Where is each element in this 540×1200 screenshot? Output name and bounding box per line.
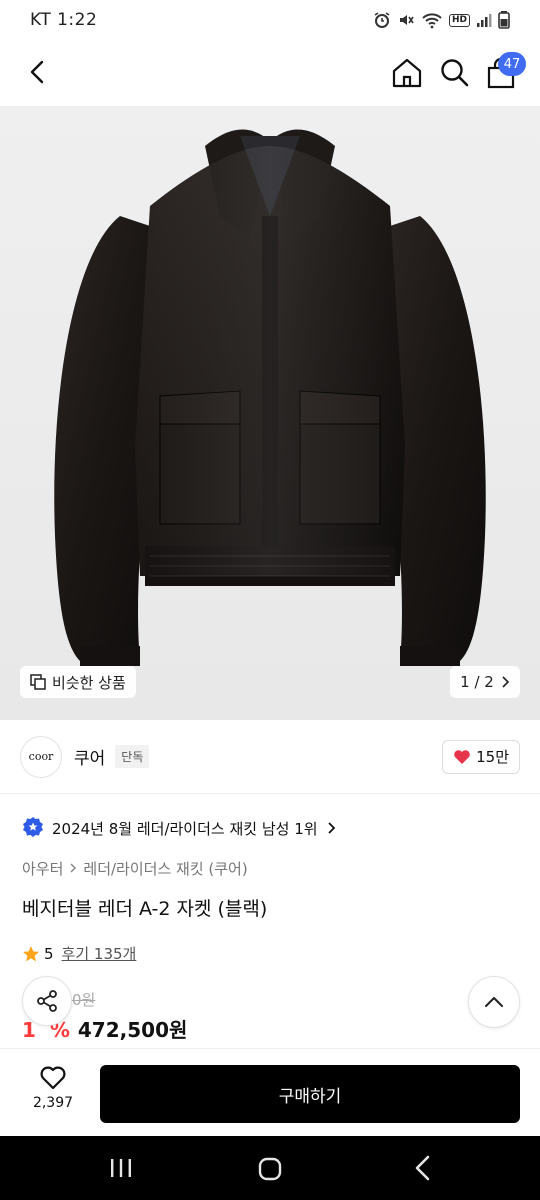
system-navigation-bar (0, 1136, 540, 1200)
product-image[interactable] (0, 106, 540, 720)
ranking-link[interactable]: 2024년 8월 레더/라이더스 재킷 남성 1위 (22, 814, 336, 842)
hd-badge: HD (448, 13, 470, 27)
breadcrumb: 아우터 레더/라이더스 재킷 (쿠어) (22, 857, 248, 879)
recent-apps-icon[interactable] (108, 1156, 134, 1180)
alarm-icon (374, 12, 390, 28)
exclusive-tag: 단독 (115, 745, 150, 768)
mute-icon (399, 15, 414, 25)
search-icon[interactable] (438, 56, 472, 90)
like-button[interactable]: 15만 (442, 739, 520, 774)
back-arrow-icon[interactable] (22, 56, 54, 88)
wifi-icon (422, 13, 442, 29)
rating-value: 5 (44, 944, 54, 963)
sale-price: 472,500원 (77, 1018, 188, 1042)
like-count: 15만 (476, 748, 509, 766)
scroll-top-button[interactable] (468, 976, 520, 1028)
product-title: 베지터블 레더 A-2 자켓 (블랙) (22, 898, 268, 920)
chevron-right-icon (327, 822, 335, 834)
brand-logo-text: coor (28, 750, 54, 763)
status-icons: HD (373, 11, 510, 29)
rating-row: 5 후기 135개 (22, 943, 136, 964)
nav-bar: 47 (0, 40, 540, 106)
carrier-time: KT 1:22 (30, 10, 98, 30)
similar-products-label: 비슷한 상품 (52, 673, 126, 692)
chevron-up-icon (485, 997, 503, 1007)
ranking-medal-icon (23, 817, 43, 837)
original-price: 0원 (72, 991, 96, 1009)
leather-jacket-image (54, 129, 486, 666)
system-back-icon[interactable] (410, 1154, 436, 1182)
share-icon (37, 990, 57, 1012)
brand-logo[interactable]: coor (20, 735, 62, 778)
cart-count-badge: 47 (498, 52, 526, 76)
buy-button[interactable]: 구매하기 (100, 1065, 520, 1123)
wishlist-count: 2,397 (32, 1095, 74, 1111)
battery-icon (498, 11, 510, 29)
chevron-right-icon (70, 863, 77, 873)
star-icon (23, 945, 39, 961)
breadcrumb-category[interactable]: 아우터 (22, 858, 63, 879)
brand-name[interactable]: 쿠어 (74, 744, 105, 769)
buy-button-label: 구매하기 (278, 1086, 342, 1107)
home-icon[interactable] (390, 56, 424, 90)
breadcrumb-subcategory[interactable]: 레더/라이더스 재킷 (쿠어) (83, 858, 247, 879)
review-count-link[interactable]: 후기 135개 (62, 943, 137, 964)
image-page-indicator[interactable]: 1 / 2 (450, 666, 520, 698)
status-bar: KT 1:22 HD (0, 0, 540, 40)
similar-products-button[interactable]: 비슷한 상품 (20, 666, 136, 698)
heart-outline-icon (40, 1066, 66, 1090)
share-button[interactable] (22, 976, 72, 1026)
system-home-icon[interactable] (257, 1156, 283, 1182)
bottom-action-bar: 2,397 구매하기 (0, 1048, 540, 1136)
signal-icon (477, 14, 492, 27)
similar-products-icon (30, 674, 46, 690)
wishlist-button[interactable]: 2,397 (22, 1065, 84, 1125)
page-indicator-text: 1 / 2 (460, 673, 494, 691)
chevron-right-icon (502, 676, 509, 688)
brand-row: coor 쿠어 단독 15만 (0, 720, 540, 794)
heart-filled-icon (454, 749, 470, 764)
ranking-text: 2024년 8월 레더/라이더스 재킷 남성 1위 (52, 819, 318, 838)
